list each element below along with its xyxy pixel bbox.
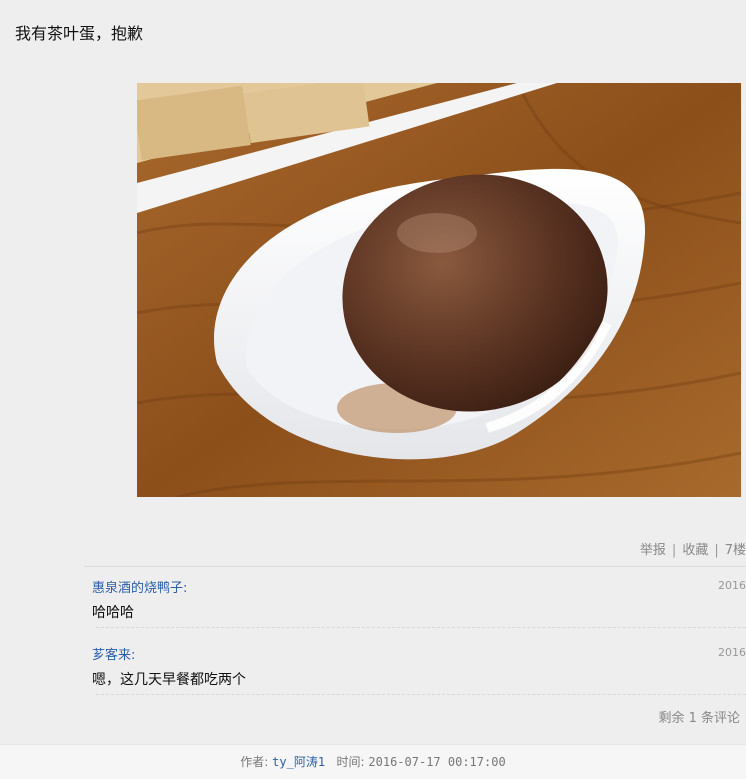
comment-body: 嗯，这几天早餐都吃两个 (92, 672, 246, 688)
comment-date: 2016 (718, 579, 746, 592)
comment-date: 2016 (718, 646, 746, 659)
action-separator: | (671, 543, 677, 558)
post-actions: 举报 | 收藏 | 7楼 (640, 539, 746, 558)
remaining-comments-link[interactable]: 剩余 1 条评论 (658, 707, 740, 726)
post-time: 2016-07-17 00:17:00 (368, 755, 506, 769)
post-footer: 作者: ty_阿涛1 时间: 2016-07-17 00:17:00 (0, 744, 746, 779)
comment-divider (96, 694, 746, 695)
comment-user[interactable]: 芗客来: (92, 644, 746, 663)
comment-list: 惠泉酒的烧鸭子: 2016 哈哈哈 芗客来: 2016 嗯，这几天早餐都吃两个 (84, 566, 746, 701)
post-image (137, 83, 741, 497)
time-label: 时间: (336, 755, 365, 769)
report-link[interactable]: 举报 (640, 539, 666, 558)
comment-body: 哈哈哈 (92, 605, 134, 621)
post-text: 我有茶叶蛋，抱歉 (15, 24, 144, 43)
tea-egg-photo (137, 83, 741, 497)
action-separator: | (714, 543, 719, 558)
author-link[interactable]: ty_阿涛1 (272, 755, 325, 769)
floor-number: 7楼 (724, 543, 746, 558)
comment-item: 芗客来: 2016 嗯，这几天早餐都吃两个 (84, 634, 746, 694)
comment-divider (96, 627, 746, 628)
comment-user[interactable]: 惠泉酒的烧鸭子: (92, 577, 746, 596)
author-label: 作者: (240, 755, 269, 769)
comment-item: 惠泉酒的烧鸭子: 2016 哈哈哈 (84, 567, 746, 627)
favorite-link[interactable]: 收藏 (682, 539, 708, 558)
